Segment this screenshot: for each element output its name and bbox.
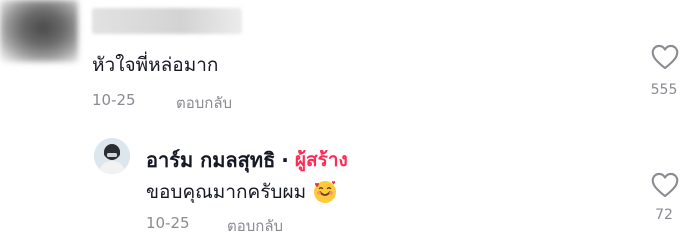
username-blurred[interactable] <box>92 8 242 34</box>
heart-icon[interactable] <box>651 44 679 70</box>
comment-text: หัวใจพี่หล่อมาก <box>92 54 219 76</box>
avatar[interactable] <box>0 0 78 62</box>
comment-date: 10-25 <box>92 91 136 109</box>
smiling-face-with-hearts-icon <box>314 181 337 203</box>
avatar[interactable] <box>94 138 130 174</box>
heart-icon[interactable] <box>651 172 679 198</box>
like-count: 72 <box>655 207 673 223</box>
reply-button[interactable]: ตอบกลับ <box>176 91 232 115</box>
comment-text: ขอบคุณมากครับผม <box>146 181 307 203</box>
separator-dot: · <box>281 148 289 172</box>
avatar-image <box>94 138 130 174</box>
comment-body: ขอบคุณมากครับผม <box>146 177 338 207</box>
like-count: 555 <box>650 82 678 98</box>
reply-button[interactable]: ตอบกลับ <box>227 214 283 238</box>
username[interactable]: อาร์ม กมลสุทธิ <box>146 144 275 176</box>
comment-header: อาร์ม กมลสุทธิ · ผู้สร้าง <box>146 144 348 176</box>
creator-badge: ผู้สร้าง <box>294 149 348 171</box>
comment-date: 10-25 <box>146 214 190 232</box>
